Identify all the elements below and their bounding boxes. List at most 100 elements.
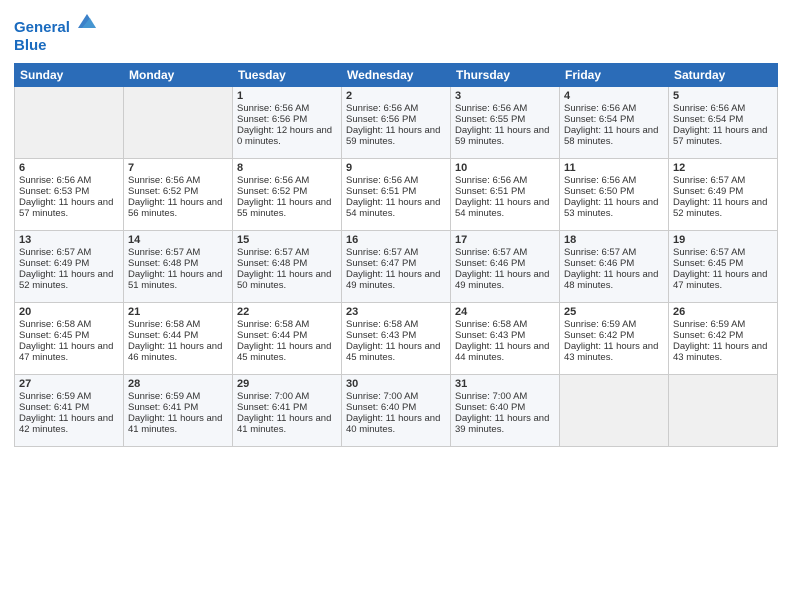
sunrise: Sunrise: 7:00 AM	[346, 391, 418, 402]
sunset: Sunset: 6:49 PM	[673, 186, 743, 197]
calendar-cell: 8Sunrise: 6:56 AMSunset: 6:52 PMDaylight…	[233, 159, 342, 231]
day-number: 19	[673, 234, 773, 246]
sunset: Sunset: 6:48 PM	[128, 258, 198, 269]
daylight: Daylight: 11 hours and 59 minutes.	[455, 125, 549, 147]
daylight: Daylight: 11 hours and 45 minutes.	[237, 341, 331, 363]
day-header-thursday: Thursday	[451, 64, 560, 87]
daylight: Daylight: 11 hours and 43 minutes.	[673, 341, 767, 363]
calendar-cell: 6Sunrise: 6:56 AMSunset: 6:53 PMDaylight…	[15, 159, 124, 231]
day-number: 11	[564, 162, 664, 174]
sunset: Sunset: 6:46 PM	[564, 258, 634, 269]
sunrise: Sunrise: 6:56 AM	[564, 103, 636, 114]
sunrise: Sunrise: 6:57 AM	[455, 247, 527, 258]
daylight: Daylight: 11 hours and 48 minutes.	[564, 269, 658, 291]
calendar-cell: 28Sunrise: 6:59 AMSunset: 6:41 PMDayligh…	[124, 375, 233, 447]
calendar-cell: 4Sunrise: 6:56 AMSunset: 6:54 PMDaylight…	[560, 87, 669, 159]
calendar-cell: 2Sunrise: 6:56 AMSunset: 6:56 PMDaylight…	[342, 87, 451, 159]
calendar-cell: 20Sunrise: 6:58 AMSunset: 6:45 PMDayligh…	[15, 303, 124, 375]
sunset: Sunset: 6:53 PM	[19, 186, 89, 197]
sunrise: Sunrise: 6:58 AM	[346, 319, 418, 330]
sunrise: Sunrise: 6:57 AM	[673, 175, 745, 186]
sunset: Sunset: 6:40 PM	[346, 402, 416, 413]
sunrise: Sunrise: 6:57 AM	[346, 247, 418, 258]
sunrise: Sunrise: 6:56 AM	[237, 175, 309, 186]
daylight: Daylight: 11 hours and 57 minutes.	[19, 197, 113, 219]
sunrise: Sunrise: 6:57 AM	[237, 247, 309, 258]
logo-icon	[76, 10, 98, 32]
daylight: Daylight: 11 hours and 57 minutes.	[673, 125, 767, 147]
daylight: Daylight: 11 hours and 54 minutes.	[455, 197, 549, 219]
calendar-cell	[15, 87, 124, 159]
day-header-friday: Friday	[560, 64, 669, 87]
sunset: Sunset: 6:47 PM	[346, 258, 416, 269]
day-header-sunday: Sunday	[15, 64, 124, 87]
week-row-2: 6Sunrise: 6:56 AMSunset: 6:53 PMDaylight…	[15, 159, 778, 231]
calendar-cell	[669, 375, 778, 447]
calendar-cell: 14Sunrise: 6:57 AMSunset: 6:48 PMDayligh…	[124, 231, 233, 303]
sunset: Sunset: 6:44 PM	[128, 330, 198, 341]
calendar-cell: 13Sunrise: 6:57 AMSunset: 6:49 PMDayligh…	[15, 231, 124, 303]
sunrise: Sunrise: 6:57 AM	[19, 247, 91, 258]
day-number: 16	[346, 234, 446, 246]
week-row-4: 20Sunrise: 6:58 AMSunset: 6:45 PMDayligh…	[15, 303, 778, 375]
calendar-cell: 12Sunrise: 6:57 AMSunset: 6:49 PMDayligh…	[669, 159, 778, 231]
daylight: Daylight: 11 hours and 51 minutes.	[128, 269, 222, 291]
sunset: Sunset: 6:42 PM	[564, 330, 634, 341]
daylight: Daylight: 11 hours and 58 minutes.	[564, 125, 658, 147]
sunset: Sunset: 6:43 PM	[455, 330, 525, 341]
sunrise: Sunrise: 6:57 AM	[673, 247, 745, 258]
day-header-saturday: Saturday	[669, 64, 778, 87]
calendar-cell: 15Sunrise: 6:57 AMSunset: 6:48 PMDayligh…	[233, 231, 342, 303]
sunrise: Sunrise: 6:56 AM	[19, 175, 91, 186]
daylight: Daylight: 11 hours and 46 minutes.	[128, 341, 222, 363]
sunset: Sunset: 6:45 PM	[673, 258, 743, 269]
daylight: Daylight: 11 hours and 54 minutes.	[346, 197, 440, 219]
sunset: Sunset: 6:51 PM	[455, 186, 525, 197]
calendar-table: SundayMondayTuesdayWednesdayThursdayFrid…	[14, 63, 778, 447]
calendar-cell	[560, 375, 669, 447]
header: General Blue	[14, 10, 778, 55]
sunset: Sunset: 6:46 PM	[455, 258, 525, 269]
sunrise: Sunrise: 7:00 AM	[237, 391, 309, 402]
daylight: Daylight: 11 hours and 41 minutes.	[128, 413, 222, 435]
day-number: 9	[346, 162, 446, 174]
sunset: Sunset: 6:40 PM	[455, 402, 525, 413]
daylight: Daylight: 11 hours and 47 minutes.	[19, 341, 113, 363]
sunset: Sunset: 6:52 PM	[128, 186, 198, 197]
calendar-cell: 31Sunrise: 7:00 AMSunset: 6:40 PMDayligh…	[451, 375, 560, 447]
day-number: 6	[19, 162, 119, 174]
sunrise: Sunrise: 6:57 AM	[564, 247, 636, 258]
sunset: Sunset: 6:44 PM	[237, 330, 307, 341]
logo: General Blue	[14, 10, 98, 55]
daylight: Daylight: 11 hours and 49 minutes.	[346, 269, 440, 291]
calendar-cell: 3Sunrise: 6:56 AMSunset: 6:55 PMDaylight…	[451, 87, 560, 159]
day-number: 1	[237, 90, 337, 102]
daylight: Daylight: 11 hours and 42 minutes.	[19, 413, 113, 435]
day-number: 12	[673, 162, 773, 174]
calendar-cell: 23Sunrise: 6:58 AMSunset: 6:43 PMDayligh…	[342, 303, 451, 375]
sunrise: Sunrise: 6:56 AM	[128, 175, 200, 186]
sunrise: Sunrise: 6:59 AM	[19, 391, 91, 402]
day-header-wednesday: Wednesday	[342, 64, 451, 87]
sunset: Sunset: 6:51 PM	[346, 186, 416, 197]
sunrise: Sunrise: 6:59 AM	[673, 319, 745, 330]
daylight: Daylight: 11 hours and 52 minutes.	[19, 269, 113, 291]
calendar-cell	[124, 87, 233, 159]
calendar-cell: 22Sunrise: 6:58 AMSunset: 6:44 PMDayligh…	[233, 303, 342, 375]
day-number: 22	[237, 306, 337, 318]
sunrise: Sunrise: 6:58 AM	[455, 319, 527, 330]
sunset: Sunset: 6:55 PM	[455, 114, 525, 125]
day-number: 15	[237, 234, 337, 246]
sunrise: Sunrise: 6:59 AM	[128, 391, 200, 402]
sunset: Sunset: 6:54 PM	[564, 114, 634, 125]
sunrise: Sunrise: 6:56 AM	[346, 103, 418, 114]
sunrise: Sunrise: 7:00 AM	[455, 391, 527, 402]
sunset: Sunset: 6:50 PM	[564, 186, 634, 197]
sunrise: Sunrise: 6:58 AM	[237, 319, 309, 330]
day-number: 28	[128, 378, 228, 390]
day-number: 13	[19, 234, 119, 246]
sunset: Sunset: 6:49 PM	[19, 258, 89, 269]
day-number: 2	[346, 90, 446, 102]
calendar-cell: 18Sunrise: 6:57 AMSunset: 6:46 PMDayligh…	[560, 231, 669, 303]
sunset: Sunset: 6:42 PM	[673, 330, 743, 341]
